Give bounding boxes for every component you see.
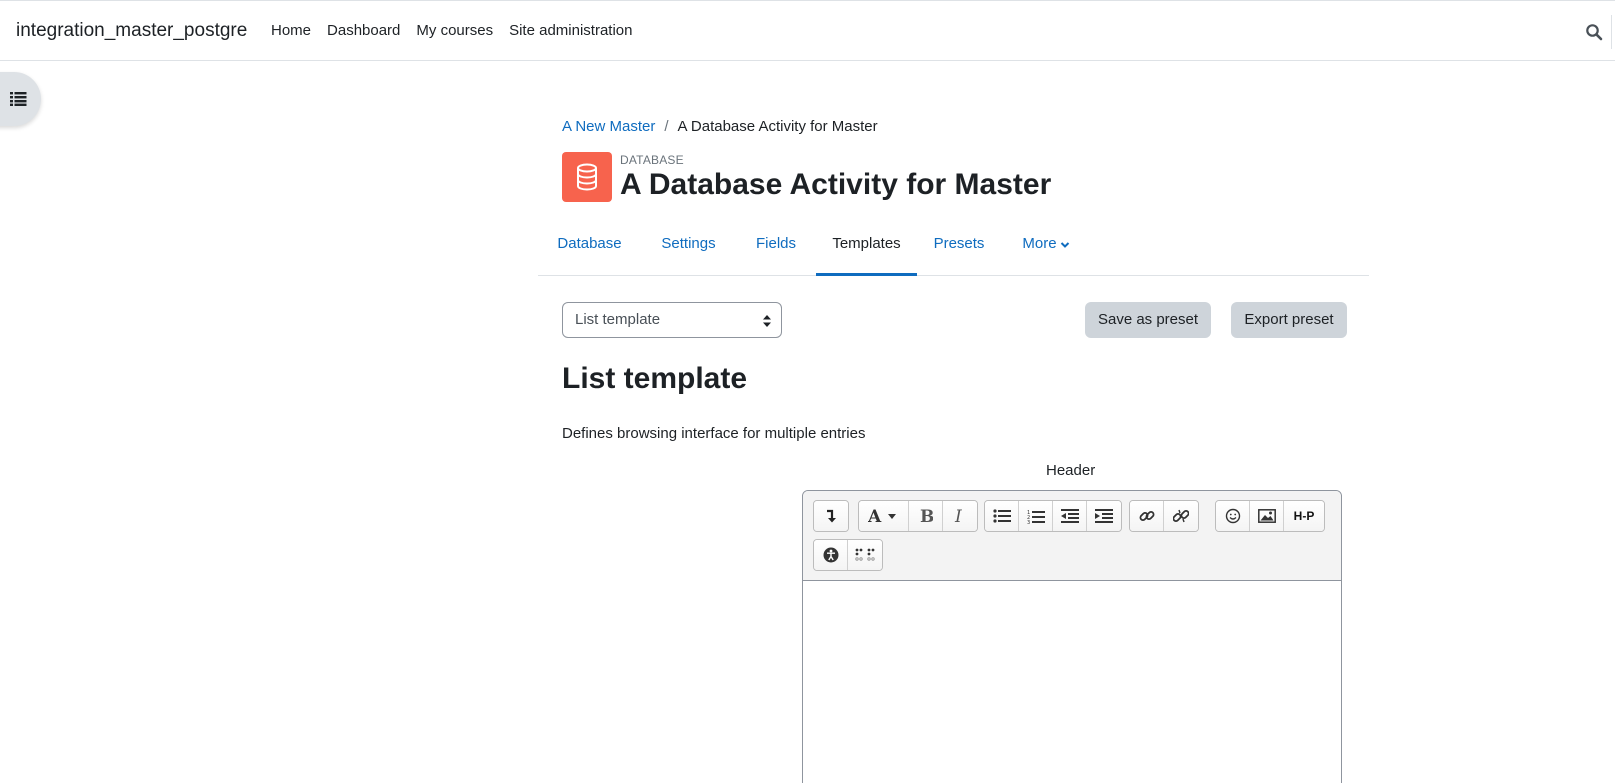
unordered-list-icon[interactable] xyxy=(985,501,1019,531)
toolbar-group-accessibility xyxy=(813,539,883,571)
editor-toolbar: A B I 123 H-P xyxy=(803,491,1341,581)
toolbar-toggle-icon[interactable] xyxy=(814,501,848,531)
secondary-navigation: Database Settings Fields Templates Prese… xyxy=(538,226,1369,276)
unlink-icon[interactable] xyxy=(1164,501,1198,531)
tab-database[interactable]: Database xyxy=(538,226,641,276)
nav-site-administration[interactable]: Site administration xyxy=(509,22,632,39)
export-preset-button[interactable]: Export preset xyxy=(1231,302,1347,338)
breadcrumb-activity: A Database Activity for Master xyxy=(677,118,878,135)
h5p-label: H-P xyxy=(1293,509,1315,523)
bold-icon[interactable]: B xyxy=(909,501,943,531)
ordered-list-icon[interactable]: 123 xyxy=(1019,501,1053,531)
h5p-icon[interactable]: H-P xyxy=(1284,501,1324,531)
accessibility-checker-icon[interactable] xyxy=(814,540,848,570)
site-name[interactable]: integration_master_postgre xyxy=(16,20,247,42)
header-field-label: Header xyxy=(1046,462,1096,479)
top-navbar: integration_master_postgre Home Dashboar… xyxy=(0,0,1615,61)
search-icon[interactable] xyxy=(1585,23,1603,41)
toolbar-group-media: H-P xyxy=(1215,500,1325,532)
nav-dashboard[interactable]: Dashboard xyxy=(327,22,400,39)
font-style-icon[interactable]: A xyxy=(859,501,909,531)
template-select-value: List template xyxy=(575,311,661,328)
breadcrumb-course[interactable]: A New Master xyxy=(562,118,655,135)
tab-templates[interactable]: Templates xyxy=(816,226,917,276)
svg-text:B: B xyxy=(920,508,933,524)
chevron-down-icon xyxy=(1060,236,1070,253)
link-icon[interactable] xyxy=(1130,501,1164,531)
breadcrumb-separator: / xyxy=(664,118,669,135)
toolbar-group-style: A B I xyxy=(858,500,978,532)
activity-type-label: DATABASE xyxy=(620,153,684,167)
nav-home[interactable]: Home xyxy=(271,22,311,39)
tab-presets[interactable]: Presets xyxy=(917,226,1001,276)
select-arrows-icon xyxy=(763,314,771,331)
italic-icon[interactable]: I xyxy=(943,501,977,531)
toolbar-group-collapse xyxy=(813,500,849,532)
primary-navigation: Home Dashboard My courses Site administr… xyxy=(271,22,649,39)
section-description: Defines browsing interface for multiple … xyxy=(562,425,866,442)
tab-more[interactable]: More xyxy=(1001,226,1091,276)
emoji-icon[interactable] xyxy=(1216,501,1250,531)
section-heading: List template xyxy=(562,362,748,395)
tab-fields[interactable]: Fields xyxy=(736,226,816,276)
toolbar-group-lists: 123 xyxy=(984,500,1122,532)
header-editor: A B I 123 H-P xyxy=(802,490,1342,783)
editor-content-area[interactable] xyxy=(803,581,1341,783)
tab-more-label: More xyxy=(1022,235,1057,252)
image-icon[interactable] xyxy=(1250,501,1284,531)
svg-text:3: 3 xyxy=(1027,520,1030,524)
indent-icon[interactable] xyxy=(1087,501,1121,531)
database-icon xyxy=(562,152,612,202)
svg-text:A: A xyxy=(868,508,882,524)
save-as-preset-button[interactable]: Save as preset xyxy=(1085,302,1211,338)
template-select[interactable]: List template xyxy=(562,302,782,338)
breadcrumb: A New Master / A Database Activity for M… xyxy=(562,118,878,135)
page-title: A Database Activity for Master xyxy=(620,168,1052,201)
list-icon xyxy=(10,91,27,110)
nav-my-courses[interactable]: My courses xyxy=(416,22,493,39)
screen-reader-helper-icon[interactable] xyxy=(848,540,882,570)
course-index-toggle[interactable] xyxy=(0,72,41,126)
toolbar-group-links xyxy=(1129,500,1199,532)
tab-settings[interactable]: Settings xyxy=(641,226,736,276)
outdent-icon[interactable] xyxy=(1053,501,1087,531)
navbar-divider xyxy=(1611,15,1612,49)
svg-text:I: I xyxy=(954,508,962,524)
